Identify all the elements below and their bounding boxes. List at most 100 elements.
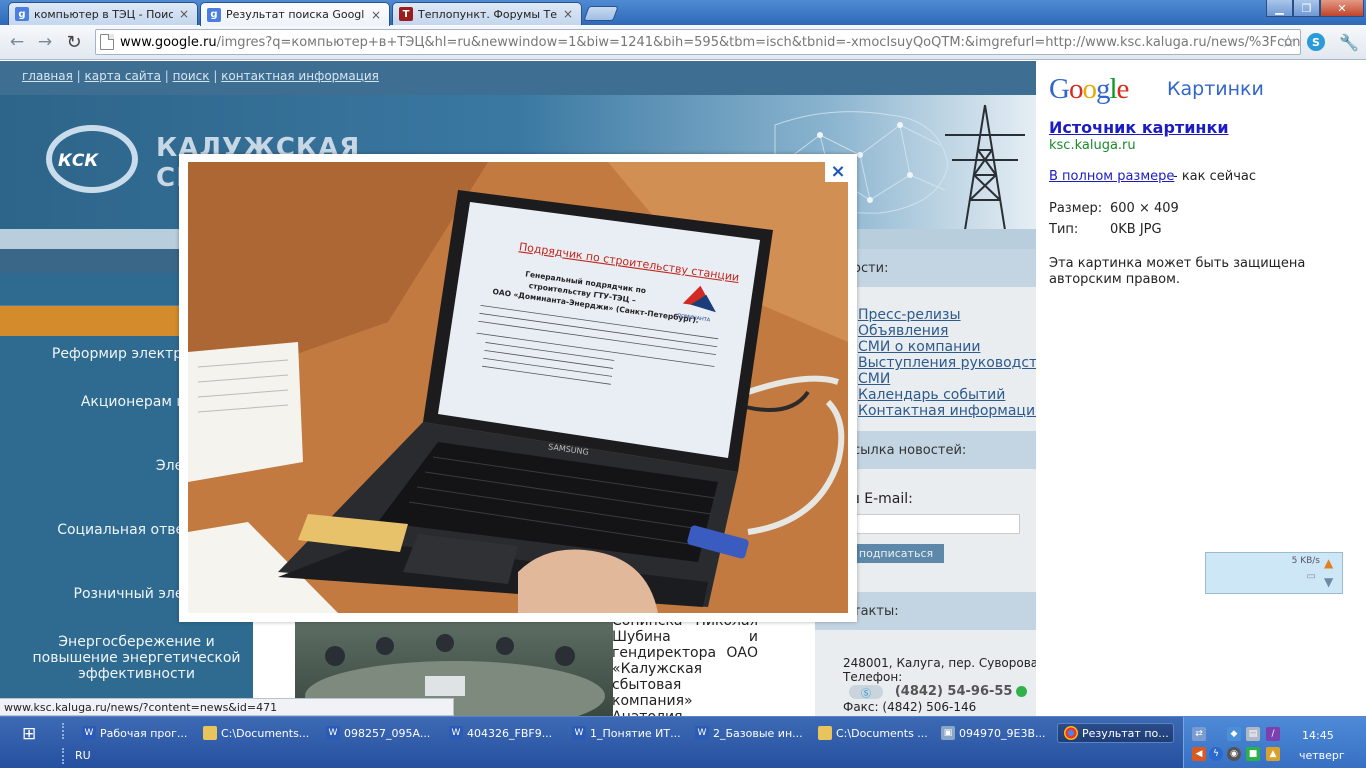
copyright-note: Эта картинка может быть защищена авторск… [1049, 256, 1306, 287]
bluetooth-icon[interactable]: ϟ [1209, 747, 1223, 761]
image-source-domain: ksc.kaluga.ru [1049, 138, 1136, 153]
chrome-icon [1064, 726, 1078, 740]
link-press-releases[interactable]: Пресс-релизы [858, 307, 961, 323]
tray-app-icon-3[interactable]: / [1266, 727, 1280, 741]
tab-google-search[interactable]: g компьютер в ТЭЦ - Поиск в × [8, 2, 198, 25]
nav-item-energy-saving[interactable]: Энергосбережение и повышение энергетичес… [0, 634, 253, 682]
tab-teplopunkt[interactable]: Т Теплопункт. Форумы Теплої × [392, 2, 582, 25]
image-preview-lightbox: × Подрядчик по строительству станции Ген… [179, 154, 857, 622]
link-management-speeches[interactable]: Выступления руководства [858, 355, 1036, 371]
full-size-note: - как сейчас [1173, 169, 1257, 184]
link-contact-info[interactable]: Контактная информация [858, 403, 1036, 419]
tray-app-icon-2[interactable]: ▤ [1246, 727, 1260, 741]
word-icon: W [572, 726, 586, 740]
taskbar-item-documents-1[interactable]: C:\Documents... [203, 723, 315, 743]
folder-icon [203, 726, 217, 740]
restore-window-button[interactable]: ❐ [1293, 0, 1320, 17]
image-source-link[interactable]: Источник картинки [1049, 118, 1229, 137]
upload-arrow-icon: ▲ [1324, 556, 1334, 570]
full-size-link[interactable]: В полном размере [1049, 169, 1174, 184]
windows-taskbar: ⊞ RU W Рабочая прог... C:\Documents... W0… [0, 716, 1366, 768]
google-logo[interactable]: Google [1049, 73, 1129, 106]
logo-text: КСК [58, 151, 99, 171]
google-favicon-icon: g [207, 7, 221, 22]
network-icon: ▭ [1306, 571, 1316, 582]
word-icon: W [82, 726, 96, 740]
word-icon: W [326, 726, 340, 740]
wrench-menu-icon[interactable]: 🔧 [1339, 33, 1359, 52]
back-arrow-icon[interactable]: ← [6, 31, 28, 53]
browser-tab-strip: g компьютер в ТЭЦ - Поиск в × g Результа… [0, 0, 1366, 26]
email-input[interactable] [848, 514, 1020, 534]
clock-time[interactable]: 14:45 [1302, 729, 1334, 742]
browser-status-bar: www.ksc.kaluga.ru/news/?content=news&id=… [0, 698, 454, 716]
site-top-links: главная | карта сайта | поиск | контактн… [0, 61, 1036, 95]
laptop-photo[interactable]: Подрядчик по строительству станции Генер… [188, 162, 848, 613]
tab-close-icon[interactable]: × [369, 8, 383, 22]
word-icon: W [695, 726, 709, 740]
google-images-label[interactable]: Картинки [1167, 78, 1264, 100]
volume-icon[interactable]: ◀ [1192, 747, 1206, 761]
address-text: 248001, Калуга, пер. Суворова, д. 8 [843, 656, 1036, 670]
network-speed: 5 KB/s [1291, 556, 1320, 566]
taskbar-item-word-program[interactable]: W Рабочая прог... [82, 723, 194, 743]
system-tray: ⇄ ◆ ▤ / ◀ ϟ ◉ ■ ▲ 14:45 четверг [1183, 717, 1366, 768]
laptop-photo-image: Подрядчик по строительству станции Генер… [188, 162, 848, 613]
tab-title: компьютер в ТЭЦ - Поиск в [34, 7, 173, 21]
google-favicon-icon: g [15, 7, 29, 21]
link-media-about-company[interactable]: СМИ о компании [858, 339, 980, 355]
windows-flag-icon[interactable]: ■ [1246, 747, 1260, 761]
taskbar-item-doc-basic[interactable]: W 2_Базовые ин... [695, 723, 807, 743]
address-bar[interactable]: www.google.ru/imgres?q=компьютер+в+ТЭЦ&h… [95, 29, 1301, 55]
tab-title: Теплопункт. Форумы Теплої [418, 7, 557, 21]
folder-icon [818, 726, 832, 740]
page-icon [100, 34, 114, 50]
phone-label: Телефон: [843, 670, 903, 684]
network-tray-icon[interactable]: ⇄ [1192, 727, 1206, 741]
taskbar-item-image-094970[interactable]: ▣ 094970_9E3B... [941, 723, 1053, 743]
image-viewer-icon: ▣ [941, 726, 955, 740]
reload-icon[interactable]: ↻ [63, 31, 85, 53]
link-search[interactable]: поиск [173, 69, 210, 83]
taskbar-item-doc-it-concept[interactable]: W 1_Понятие ИТ... [572, 723, 684, 743]
skype-extension-icon[interactable]: S [1307, 33, 1325, 51]
start-button-windows-icon[interactable]: ⊞ [22, 724, 46, 744]
phone-row: Ⓢ (4842) 54-96-55 [849, 684, 1028, 700]
tab-title: Результат поиска Google д [226, 8, 365, 21]
skype-call-icon[interactable]: Ⓢ [849, 684, 883, 700]
google-image-info-panel: Google Картинки Источник картинки ksc.ka… [1036, 61, 1366, 716]
tab-close-icon[interactable]: × [177, 7, 191, 21]
teplopunkt-favicon-icon: Т [399, 7, 413, 21]
network-speed-widget[interactable]: 5 KB/s ▲ ▭ ▼ [1205, 552, 1343, 594]
link-media[interactable]: СМИ [858, 371, 890, 387]
link-home[interactable]: главная [22, 69, 73, 83]
taskbar-item-doc-098257[interactable]: W 098257_095A... [326, 723, 438, 743]
power-tower-icon [945, 104, 1025, 230]
news-article-text: Сопинска Николая Шубина и гендиректора О… [612, 613, 758, 716]
link-sitemap[interactable]: карта сайта [85, 69, 161, 83]
taskbar-item-doc-404326[interactable]: W 404326_FBF9... [449, 723, 561, 743]
fax-text: Факс: (4842) 506-146 [843, 700, 977, 714]
clock-day[interactable]: четверг [1299, 749, 1345, 762]
close-window-button[interactable]: ✕ [1320, 0, 1364, 17]
tab-google-image-result[interactable]: g Результат поиска Google д × [200, 2, 390, 26]
forward-arrow-icon[interactable]: → [34, 31, 56, 53]
link-contacts[interactable]: контактная информация [221, 69, 379, 83]
call-phone-icon [1016, 686, 1028, 697]
close-icon[interactable]: × [825, 160, 851, 182]
new-tab-button[interactable] [583, 6, 619, 21]
tray-app-icon[interactable]: ◆ [1227, 727, 1241, 741]
taskbar-item-documents-2[interactable]: C:\Documents ... [818, 723, 930, 743]
link-events-calendar[interactable]: Календарь событий [858, 387, 1005, 403]
subscribe-button[interactable]: подписаться [848, 544, 944, 563]
language-indicator[interactable]: RU [75, 749, 91, 762]
link-announcements[interactable]: Объявления [858, 323, 948, 339]
image-type-row: Тип: 0KB JPG [1049, 222, 1162, 237]
tray-app-icon-4[interactable]: ◉ [1227, 747, 1241, 761]
phone-number[interactable]: (4842) 54-96-55 [895, 684, 1013, 699]
bookmark-star-icon[interactable]: ☆ [1281, 32, 1296, 52]
minimize-window-button[interactable]: ▁ [1266, 0, 1293, 17]
tray-app-icon-5[interactable]: ▲ [1266, 747, 1280, 761]
taskbar-item-chrome[interactable]: Результат по... [1057, 723, 1174, 743]
tab-close-icon[interactable]: × [561, 7, 575, 21]
